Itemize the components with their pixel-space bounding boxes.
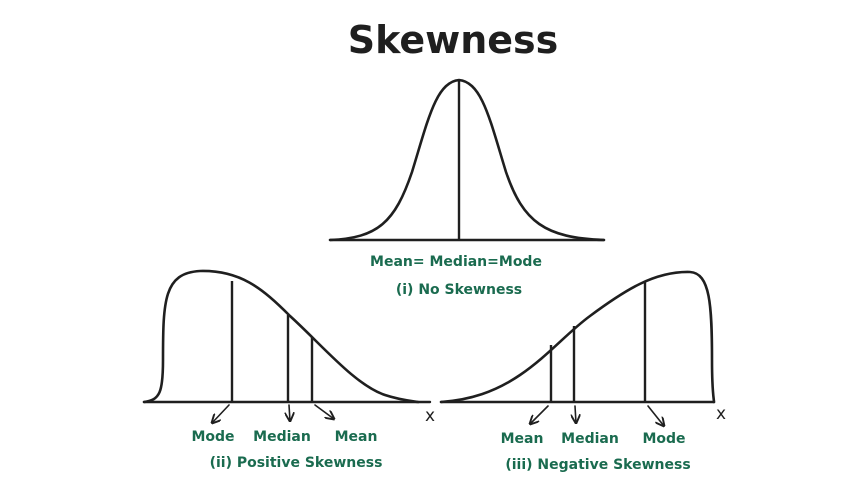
positive-skewness-panel: Mode Median Mean x (ii) Positive Skewnes… xyxy=(142,269,435,471)
median-label: Median xyxy=(561,431,619,447)
mode-label: Mode xyxy=(191,429,234,445)
mean-label: Mean xyxy=(501,431,544,447)
positive-x-axis-label: x xyxy=(425,406,435,426)
mode-arrow-icon xyxy=(212,404,230,423)
no-skewness-panel: Mean= Median=Mode (i) No Skewness xyxy=(328,78,606,298)
mode-label: Mode xyxy=(642,431,685,447)
negative-skewness-panel: Mean Median Mode x (iii) Negative Skewne… xyxy=(439,270,726,473)
positive-skewness-caption: (ii) Positive Skewness xyxy=(210,455,383,471)
mean-arrow-icon xyxy=(530,405,549,424)
negative-skewness-caption: (iii) Negative Skewness xyxy=(505,457,690,473)
median-arrow-icon xyxy=(575,405,576,423)
normal-curve xyxy=(328,78,606,242)
skewness-diagram: Skewness Mean= Median=Mode (i) No Skewne… xyxy=(142,18,726,473)
negative-x-axis-label: x xyxy=(716,404,726,424)
positive-skew-curve xyxy=(142,269,420,404)
mean-label: Mean xyxy=(335,429,378,445)
median-label: Median xyxy=(253,429,311,445)
no-skewness-caption: (i) No Skewness xyxy=(396,282,522,298)
mean-median-mode-label: Mean= Median=Mode xyxy=(370,254,542,270)
mode-arrow-icon xyxy=(647,405,664,426)
mean-arrow-icon xyxy=(314,404,334,419)
median-arrow-icon xyxy=(289,404,290,421)
diagram-title: Skewness xyxy=(348,18,559,62)
